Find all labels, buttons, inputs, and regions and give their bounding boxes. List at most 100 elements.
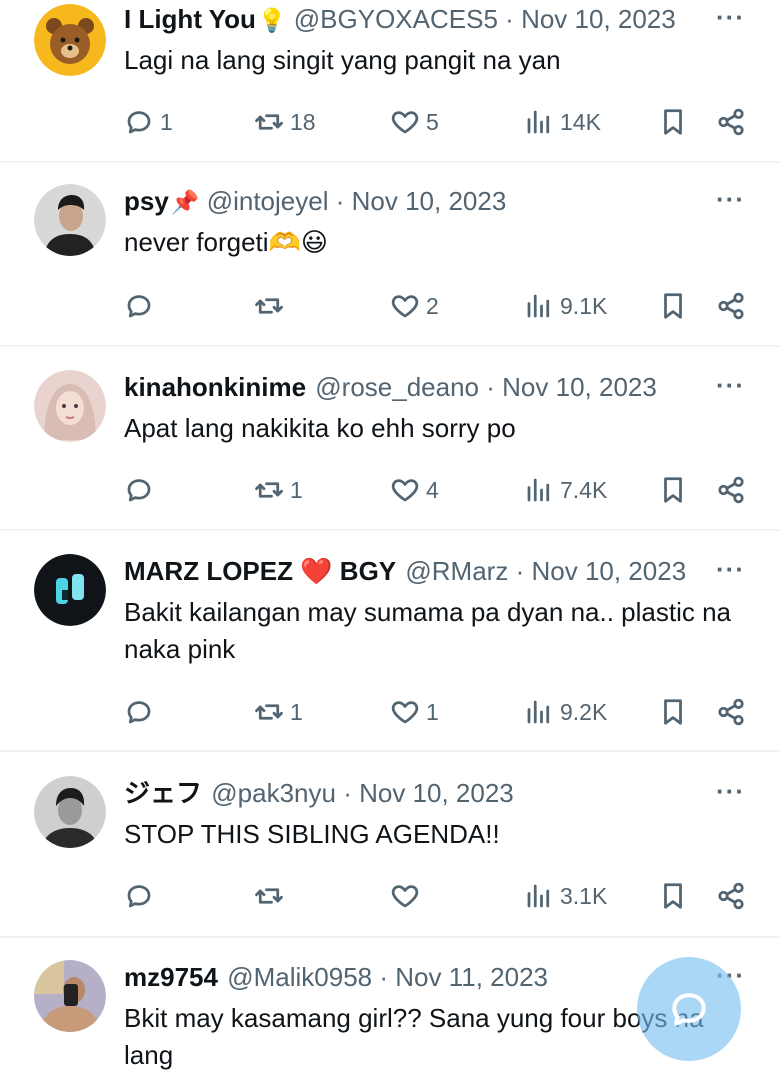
views-button[interactable]: 14K [524,102,601,142]
compose-button[interactable] [637,957,741,1061]
more-options-button[interactable]: ··· [716,182,745,216]
name-emoji: 💡 [257,7,287,33]
like-count: 1 [426,698,439,725]
tweet[interactable]: kinahonkinime @rose_deano · Nov 10, 2023… [0,368,779,531]
tweet-actions: 1 4 7.4K [0,470,779,510]
share-icon [718,476,744,504]
display-name[interactable]: MARZ LOPEZ ❤️ BGY [124,556,396,586]
tweet-header: psy📌 @intojeyel · Nov 10, 2023 [124,184,709,218]
views-icon [527,110,550,134]
avatar[interactable] [34,554,106,626]
tweet[interactable]: I Light You💡 @BGYOXACES5 · Nov 10, 2023 … [0,0,779,163]
reply-button[interactable]: 1 [124,102,173,142]
views-button[interactable]: 9.2K [524,692,607,732]
tweet-actions: 1 18 5 14K [0,102,779,142]
reply-count: 1 [160,108,173,135]
tweet-date[interactable]: Nov 10, 2023 [531,556,686,586]
views-icon [527,478,550,502]
reply-button[interactable] [124,470,160,510]
reply-button[interactable] [124,692,160,732]
bookmark-icon [664,883,682,909]
retweet-icon [255,114,283,130]
reply-button[interactable] [124,876,160,916]
user-handle[interactable]: @pak3nyu [211,778,336,808]
share-button[interactable] [716,876,746,916]
retweet-button[interactable]: 18 [254,102,316,142]
bookmark-button[interactable] [658,286,688,326]
reply-icon [127,111,151,134]
like-button[interactable]: 2 [390,286,439,326]
bookmark-button[interactable] [658,692,688,732]
tweet-date[interactable]: Nov 10, 2023 [352,186,507,216]
share-icon [718,698,744,726]
like-button[interactable]: 4 [390,470,439,510]
retweet-button[interactable] [254,876,290,916]
user-handle[interactable]: @RMarz [405,556,508,586]
bookmark-button[interactable] [658,102,688,142]
tweet-date[interactable]: Nov 10, 2023 [359,778,514,808]
tweet[interactable]: MARZ LOPEZ ❤️ BGY @RMarz · Nov 10, 2023 … [0,552,779,752]
bookmark-icon [664,293,682,319]
share-icon [718,292,744,320]
display-name[interactable]: ジェフ [124,778,202,808]
user-handle[interactable]: @intojeyel [207,186,329,216]
views-button[interactable]: 7.4K [524,470,607,510]
display-name[interactable]: I Light You [124,4,256,34]
tweet-date[interactable]: Nov 11, 2023 [395,962,548,992]
more-options-button[interactable]: ··· [716,552,745,586]
avatar[interactable] [34,4,106,76]
share-icon [718,882,744,910]
reply-button[interactable] [124,286,160,326]
views-count: 9.1K [560,292,608,319]
views-button[interactable]: 3.1K [524,876,607,916]
retweet-button[interactable]: 1 [254,692,303,732]
views-count: 7.4K [560,476,608,503]
share-button[interactable] [716,286,746,326]
views-button[interactable]: 9.1K [524,286,607,326]
bookmark-button[interactable] [658,470,688,510]
more-options-button[interactable]: ··· [716,368,745,402]
heart-icon [391,701,419,724]
avatar[interactable] [34,776,106,848]
share-button[interactable] [716,470,746,510]
reply-icon [127,885,151,908]
like-button[interactable]: 1 [390,692,439,732]
retweet-button[interactable]: 1 [254,470,303,510]
display-name[interactable]: psy [124,186,169,216]
avatar[interactable] [34,370,106,442]
tweet-date[interactable]: Nov 10, 2023 [521,4,676,34]
avatar[interactable] [34,184,106,256]
reply-icon [127,295,151,318]
user-handle[interactable]: @BGYOXACES5 [294,4,498,34]
retweet-icon [255,888,283,904]
bookmark-icon [664,109,682,135]
separator: · [379,962,389,992]
like-count: 5 [426,108,439,135]
share-button[interactable] [716,102,746,142]
display-name[interactable]: kinahonkinime [124,372,306,402]
bookmark-button[interactable] [658,876,688,916]
user-handle[interactable]: @rose_deano [315,372,479,402]
like-button[interactable] [390,876,426,916]
user-handle[interactable]: @Malik0958 [227,962,372,992]
tweet-text: Bakit kailangan may sumama pa dyan na.. … [124,597,732,664]
views-icon [527,884,550,908]
avatar[interactable] [34,960,106,1032]
tweet-actions: 2 9.1K [0,286,779,326]
retweet-icon [255,298,283,314]
retweet-icon [255,482,283,498]
tweet[interactable]: ジェフ @pak3nyu · Nov 10, 2023 ··· STOP THI… [0,774,779,938]
separator: · [343,778,352,808]
share-icon [718,108,744,136]
share-button[interactable] [716,692,746,732]
display-name[interactable]: mz9754 [124,962,218,992]
tweet-date[interactable]: Nov 10, 2023 [502,372,657,402]
more-options-button[interactable]: ··· [716,774,745,808]
tweet-text: Apat lang nakikita ko ehh sorry po [124,413,516,443]
tweet[interactable]: psy📌 @intojeyel · Nov 10, 2023 ··· never… [0,182,779,347]
like-button[interactable]: 5 [390,102,439,142]
more-options-button[interactable]: ··· [716,0,745,34]
tweet-header: MARZ LOPEZ ❤️ BGY @RMarz · Nov 10, 2023 [124,554,709,588]
retweet-button[interactable] [254,286,290,326]
separator: · [505,4,514,34]
